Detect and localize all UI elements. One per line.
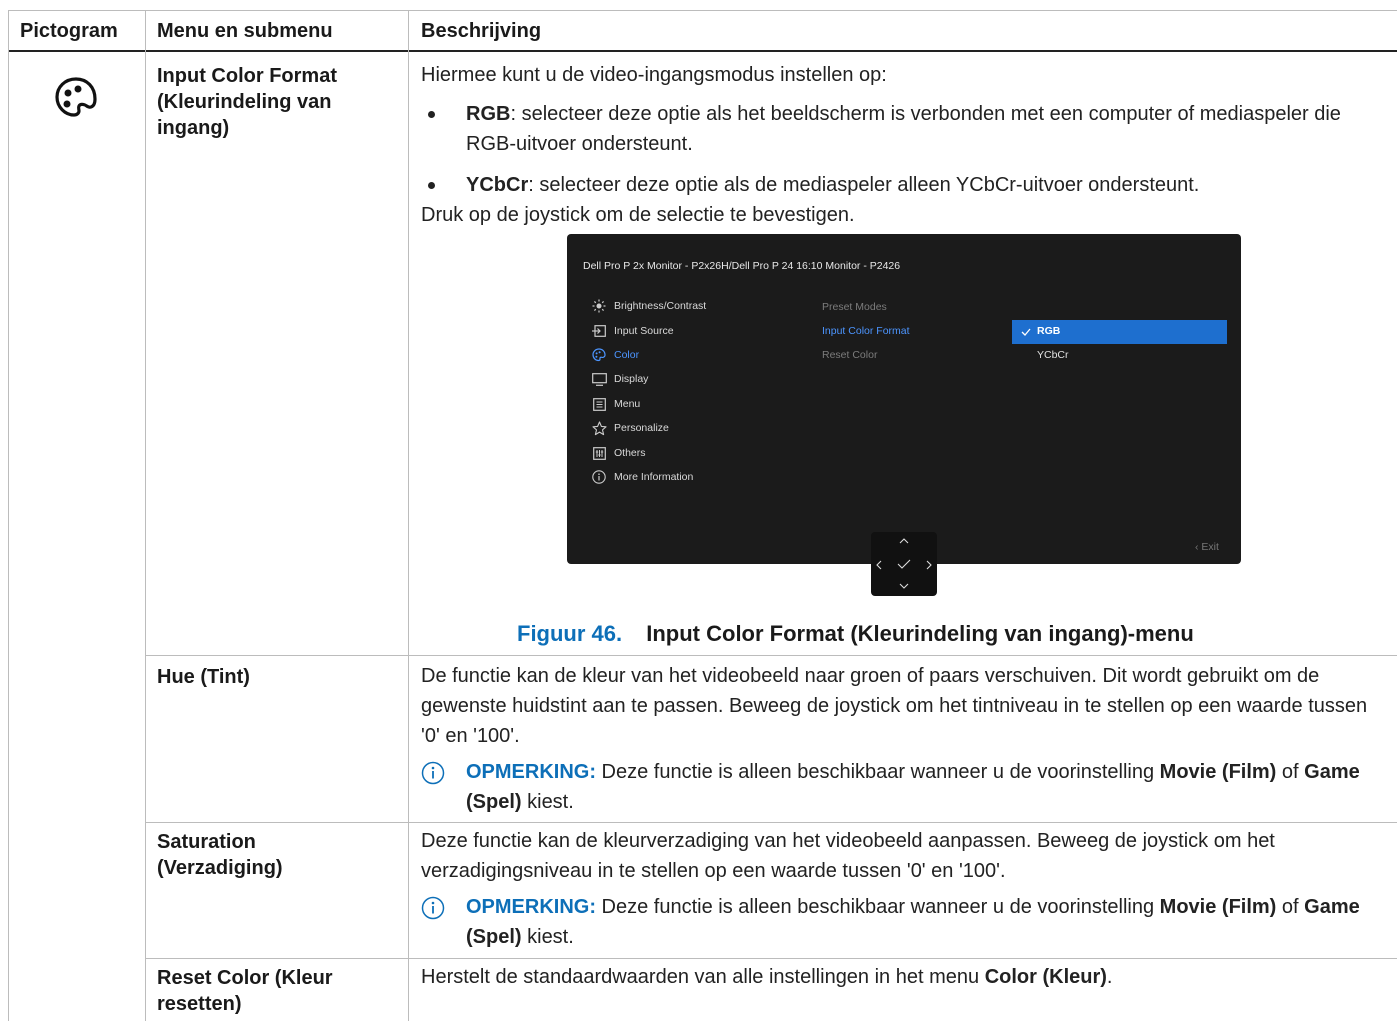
osd-item-personalize: Personalize bbox=[591, 418, 669, 438]
osd-exit: ‹ Exit bbox=[1195, 541, 1219, 553]
others-icon bbox=[591, 445, 607, 461]
row-divider bbox=[145, 822, 1397, 823]
table-top-border bbox=[8, 10, 1397, 11]
chevron-up-icon bbox=[899, 538, 909, 544]
osd-item-label: Personalize bbox=[614, 422, 669, 434]
hue-note: OPMERKING: Deze functie is alleen beschi… bbox=[466, 761, 1360, 813]
osd-item-display: Display bbox=[591, 369, 648, 389]
figure-label: Figuur 46. bbox=[517, 621, 623, 646]
chevron-right-icon bbox=[926, 560, 932, 570]
osd-option-rgb: RGB bbox=[1012, 320, 1227, 344]
input-source-icon bbox=[591, 323, 607, 339]
osd-option-ycbcr: YCbCr bbox=[1037, 349, 1069, 361]
row-divider bbox=[145, 655, 1397, 656]
row-divider bbox=[145, 958, 1397, 959]
col-divider-2 bbox=[145, 10, 146, 1021]
saturation-description: Deze functie kan de kleurverzadiging van… bbox=[421, 830, 1275, 882]
info-icon bbox=[591, 469, 607, 485]
osd-item-color: Color bbox=[591, 345, 639, 365]
osd-item-label: More Information bbox=[614, 471, 694, 483]
chevron-left-icon bbox=[876, 560, 882, 570]
col-divider-1 bbox=[8, 10, 9, 1021]
menu-input-color-format: Input Color Format (Kleurindeling van in… bbox=[157, 65, 337, 139]
info-icon bbox=[421, 896, 445, 925]
osd-item-brightness: Brightness/Contrast bbox=[591, 296, 706, 316]
check-icon bbox=[1021, 328, 1031, 336]
osd-item-label: Display bbox=[614, 373, 649, 385]
bullet-rgb: RGB: selecteer deze optie als het beelds… bbox=[466, 103, 1341, 155]
osd-exit-label: Exit bbox=[1201, 541, 1219, 553]
bullet bbox=[428, 182, 435, 189]
osd-item-label: Menu bbox=[614, 398, 641, 410]
input-color-intro: Hiermee kunt u de video-ingangsmodus ins… bbox=[421, 64, 887, 86]
hue-description: De functie kan de kleur van het videobee… bbox=[421, 665, 1368, 747]
chevron-left-icon: ‹ bbox=[1195, 541, 1199, 553]
osd-item-menu: Menu bbox=[591, 394, 640, 414]
osd-menu-screenshot: Dell Pro P 2x Monitor - P2x26H/Dell Pro … bbox=[567, 234, 1241, 564]
osd-sub-input-color-format: Input Color Format bbox=[822, 325, 910, 337]
osd-title: Dell Pro P 2x Monitor - P2x26H/Dell Pro … bbox=[583, 260, 901, 272]
osd-item-more-info: More Information bbox=[591, 467, 693, 487]
osd-item-input-source: Input Source bbox=[591, 321, 674, 341]
bullet bbox=[428, 111, 435, 118]
input-color-outro: Druk op de joystick om de selectie te be… bbox=[421, 204, 855, 226]
menu-saturation: Saturation (Verzadiging) bbox=[157, 831, 283, 879]
color-palette-icon bbox=[52, 74, 100, 122]
header-description: Beschrijving bbox=[421, 20, 542, 42]
figure-title: Input Color Format (Kleurindeling van in… bbox=[646, 621, 1194, 646]
osd-sub-reset-color: Reset Color bbox=[822, 349, 878, 361]
osd-option-label: RGB bbox=[1037, 325, 1061, 337]
figure-caption: Figuur 46. Input Color Format (Kleurinde… bbox=[517, 621, 1194, 647]
osd-item-label: Others bbox=[614, 447, 646, 459]
header-menu: Menu en submenu bbox=[157, 20, 333, 42]
reset-description: Herstelt de standaardwaarden van alle in… bbox=[421, 966, 1113, 988]
osd-sub-preset-modes: Preset Modes bbox=[822, 301, 887, 313]
header-bottom-border bbox=[8, 50, 1397, 52]
info-icon bbox=[421, 761, 445, 790]
check-icon bbox=[897, 559, 911, 569]
brightness-icon bbox=[591, 298, 607, 314]
saturation-note: OPMERKING: Deze functie is alleen beschi… bbox=[466, 896, 1360, 948]
menu-icon bbox=[591, 396, 607, 412]
menu-reset-color: Reset Color (Kleur resetten) bbox=[157, 967, 333, 1015]
menu-hue: Hue (Tint) bbox=[157, 666, 250, 688]
osd-item-label: Input Source bbox=[614, 325, 674, 337]
joystick-guide bbox=[871, 532, 937, 596]
star-icon bbox=[591, 420, 607, 436]
header-pictogram: Pictogram bbox=[20, 20, 118, 42]
display-icon bbox=[591, 371, 607, 387]
bullet-ycbcr: YCbCr: selecteer deze optie als de media… bbox=[466, 174, 1200, 196]
col-divider-3 bbox=[408, 10, 409, 1021]
chevron-down-icon bbox=[899, 583, 909, 589]
osd-item-others: Others bbox=[591, 443, 646, 463]
color-icon bbox=[591, 347, 607, 363]
osd-item-label: Brightness/Contrast bbox=[614, 300, 707, 312]
osd-item-label: Color bbox=[614, 349, 640, 361]
